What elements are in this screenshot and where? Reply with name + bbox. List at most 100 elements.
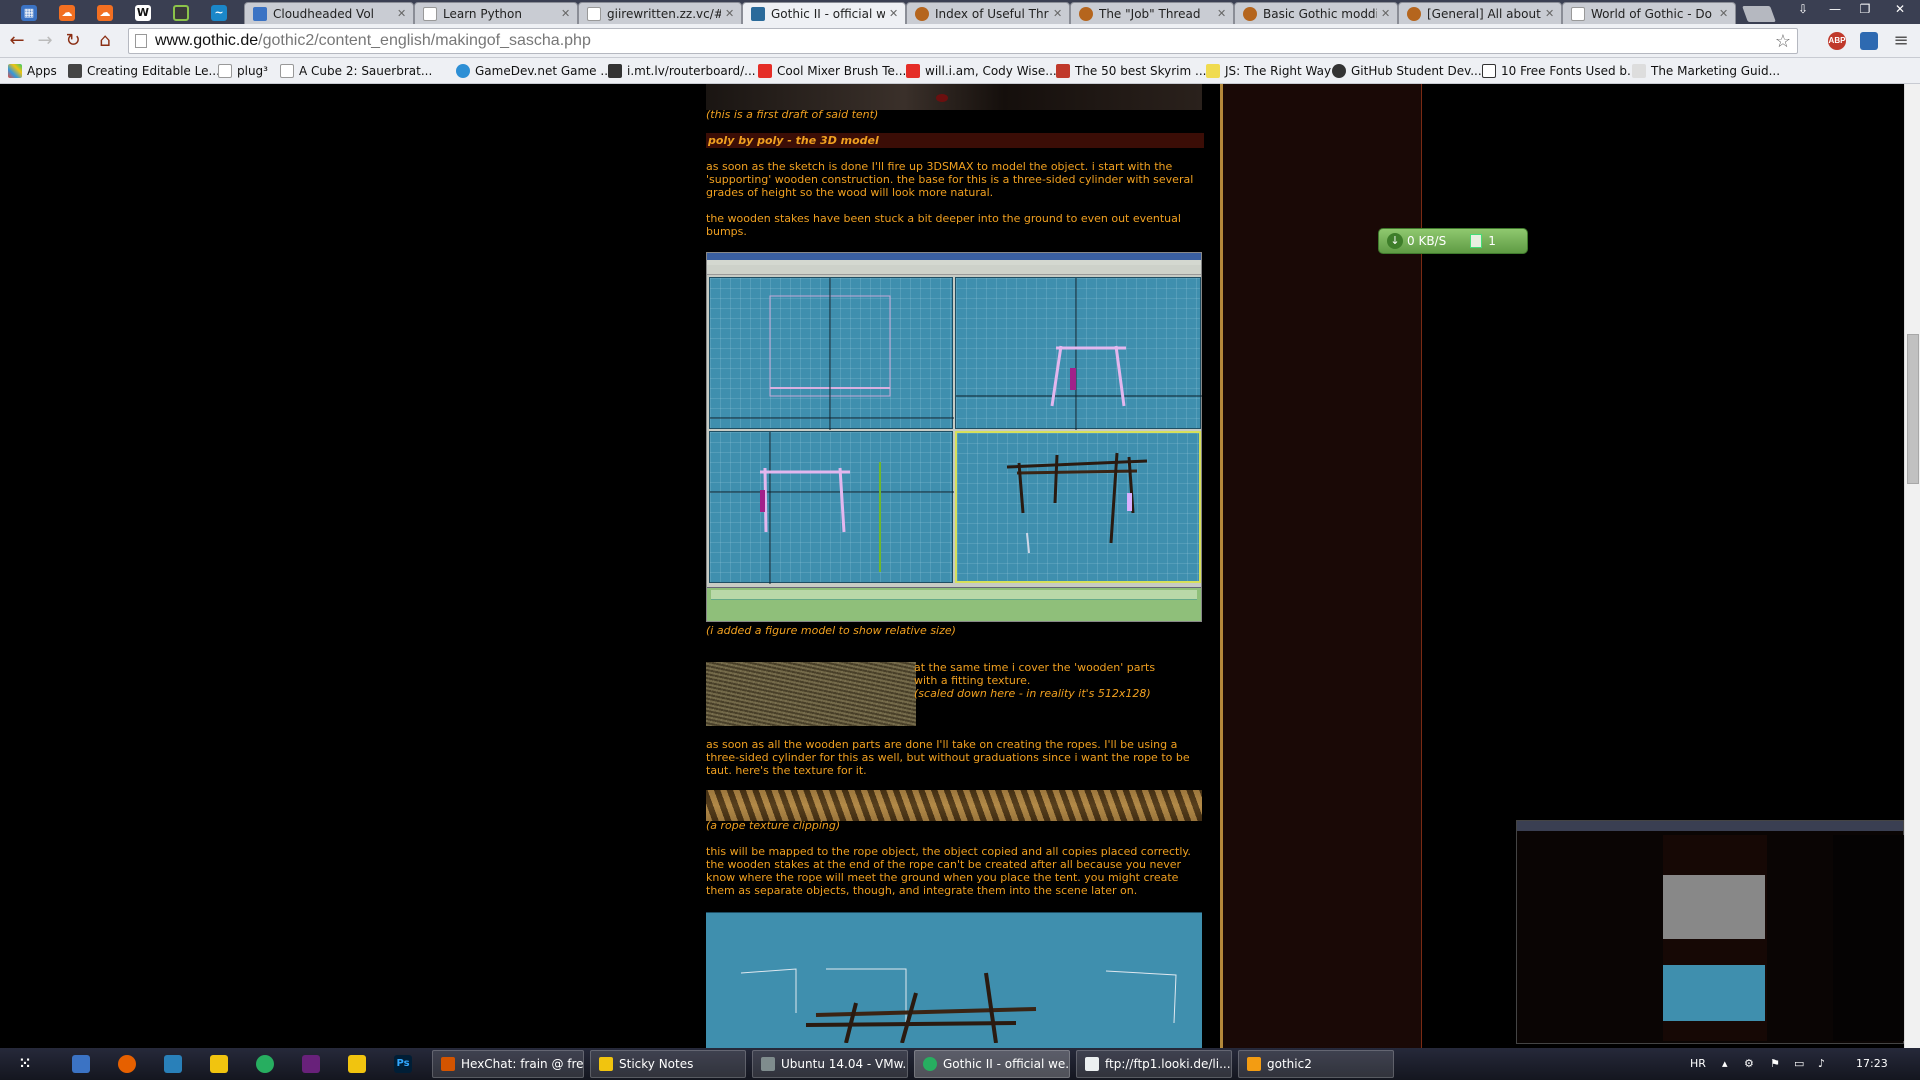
bookmark-6[interactable]: Cool Mixer Brush Te...	[758, 63, 906, 79]
minimize-button[interactable]: —	[1820, 0, 1850, 18]
paragraph-1: as soon as the sketch is done I'll fire …	[706, 160, 1194, 199]
task-label: Sticky Notes	[619, 1057, 694, 1071]
browser-toolbar: ← → ↻ ⌂ www.gothic.de/gothic2/content_en…	[0, 24, 1920, 58]
restore-button[interactable]: ❐	[1850, 0, 1880, 18]
bookmark-4[interactable]: GameDev.net Game ...	[456, 63, 612, 79]
bookmark-1[interactable]: Creating Editable Le...	[68, 63, 220, 79]
bookmark-star-icon[interactable]: ☆	[1775, 31, 1791, 52]
bookmark-8[interactable]: The 50 best Skyrim ...	[1056, 63, 1206, 79]
window-icon[interactable]	[164, 1055, 182, 1073]
task-ftp[interactable]: ftp://ftp1.looki.de/li...	[1076, 1050, 1232, 1078]
chrome-icon	[923, 1057, 937, 1071]
close-icon[interactable]: ✕	[561, 7, 571, 20]
bookmark-label: GameDev.net Game ...	[475, 64, 612, 78]
bookmark-label: GitHub Student Dev...	[1351, 64, 1482, 78]
green-app-icon[interactable]	[256, 1055, 274, 1073]
bookmark-7[interactable]: will.i.am, Cody Wise...	[906, 63, 1057, 79]
tray-flag-icon[interactable]: ⚑	[1770, 1048, 1780, 1080]
forward-button[interactable]: →	[34, 30, 56, 52]
close-icon[interactable]: ✕	[1545, 7, 1555, 20]
visual-studio-icon[interactable]	[302, 1055, 320, 1073]
bookmark-label: 10 Free Fonts Used b...	[1501, 64, 1639, 78]
new-tab-button[interactable]	[1742, 6, 1776, 22]
task-sticky-notes[interactable]: Sticky Notes	[590, 1050, 746, 1078]
tab-4[interactable]: Index of Useful Threa ✕	[906, 2, 1070, 24]
menu-icon[interactable]: ≡	[1890, 30, 1912, 52]
close-icon[interactable]: ✕	[1217, 7, 1227, 20]
volume-icon[interactable]: ♪	[1818, 1048, 1825, 1080]
explorer-icon[interactable]	[72, 1055, 90, 1073]
bookmark-3[interactable]: A Cube 2: Sauerbrat...	[280, 63, 432, 79]
scrollbar-thumb[interactable]	[1907, 334, 1919, 484]
pinned-tab-6[interactable]: ~	[204, 3, 234, 23]
bookmark-5[interactable]: i.mt.lv/routerboard/...	[608, 63, 756, 79]
pinned-tab-3[interactable]: ☁	[90, 3, 120, 23]
fonts-icon	[1482, 64, 1496, 78]
tab-0[interactable]: Cloudheaded Vol ✕	[244, 2, 414, 24]
preview-tabstrip	[1517, 821, 1903, 831]
bookmark-apps[interactable]: Apps	[8, 63, 57, 79]
task-label: Ubuntu 14.04 - VMw...	[781, 1057, 908, 1071]
bookmark-9[interactable]: JS: The Right Way	[1206, 63, 1331, 79]
pinned-tab-4[interactable]: W	[128, 3, 158, 23]
back-button[interactable]: ←	[6, 30, 28, 52]
preview-side	[1833, 835, 1904, 1041]
extension-chart-icon[interactable]	[1860, 32, 1878, 50]
task-gothic2-folder[interactable]: gothic2	[1238, 1050, 1394, 1078]
tab-1[interactable]: Learn Python ✕	[414, 2, 578, 24]
pen-icon[interactable]	[210, 1055, 228, 1073]
close-icon[interactable]: ✕	[1381, 7, 1391, 20]
language-indicator[interactable]: HR	[1690, 1048, 1706, 1080]
task-hexchat[interactable]: HexChat: frain @ fre...	[432, 1050, 584, 1078]
taskbar-preview-thumbnail[interactable]	[1516, 820, 1904, 1044]
soundcloud-icon: ☁	[97, 5, 113, 21]
page-icon	[218, 64, 232, 78]
download-arrow-icon: ↓	[1387, 233, 1403, 249]
tray-up-arrow-icon[interactable]: ▴	[1722, 1048, 1728, 1080]
adblock-icon[interactable]: ABP	[1828, 32, 1846, 50]
network-icon[interactable]: ▭	[1794, 1048, 1804, 1080]
pinned-tab-1[interactable]: ▦	[14, 3, 44, 23]
address-bar[interactable]: www.gothic.de/gothic2/content_english/ma…	[128, 28, 1798, 54]
user-icon[interactable]: ⇩	[1788, 0, 1818, 18]
close-icon[interactable]: ✕	[397, 7, 407, 20]
notes-icon[interactable]	[348, 1055, 366, 1073]
task-vmware[interactable]: Ubuntu 14.04 - VMw...	[752, 1050, 908, 1078]
paragraph-3: as soon as all the wooden parts are done…	[706, 738, 1190, 777]
download-speed-widget[interactable]: ↓ 0 KB/S 1	[1378, 228, 1528, 254]
max-titlebar	[707, 253, 1201, 260]
mikrotik-icon	[608, 64, 622, 78]
close-icon[interactable]: ✕	[889, 7, 899, 20]
pinned-tab-5[interactable]	[166, 3, 196, 23]
pinned-tab-2[interactable]: ☁	[52, 3, 82, 23]
tab-7[interactable]: [General] All about sc ✕	[1398, 2, 1562, 24]
bookmark-10[interactable]: GitHub Student Dev...	[1332, 63, 1482, 79]
task-chrome[interactable]: Gothic II - official we...	[914, 1050, 1070, 1078]
green-circle-icon	[173, 5, 189, 21]
page-scrollbar[interactable]	[1904, 84, 1920, 1048]
close-window-button[interactable]: ✕	[1882, 0, 1918, 18]
firefox-icon[interactable]	[118, 1055, 136, 1073]
photoshop-icon[interactable]: Ps	[394, 1055, 412, 1073]
article-column: (this is a first draft of said tent) pol…	[700, 84, 1204, 1048]
close-icon[interactable]: ✕	[1053, 7, 1063, 20]
tab-2[interactable]: giirewritten.zz.vc/# ✕	[578, 2, 742, 24]
apps-grid-icon[interactable]: ⁙	[16, 1055, 34, 1073]
section-heading: poly by poly - the 3D model	[706, 133, 1204, 148]
tab-3-active[interactable]: Gothic II - official we ✕	[742, 2, 906, 24]
bookmark-label: Cool Mixer Brush Te...	[777, 64, 907, 78]
tray-app-icon[interactable]: ⚙	[1744, 1048, 1754, 1080]
tab-5[interactable]: The "Job" Thread ✕	[1070, 2, 1234, 24]
reload-button[interactable]: ↻	[62, 30, 84, 52]
bookmark-2[interactable]: plug³	[218, 63, 268, 79]
home-button[interactable]: ⌂	[94, 30, 116, 52]
clock[interactable]: 17:23	[1856, 1048, 1888, 1080]
task-label: HexChat: frain @ fre...	[461, 1057, 584, 1071]
bookmark-11[interactable]: 10 Free Fonts Used b...	[1482, 63, 1638, 79]
bookmark-12[interactable]: The Marketing Guid...	[1632, 63, 1780, 79]
tab-6[interactable]: Basic Gothic moddin ✕	[1234, 2, 1398, 24]
tab-8[interactable]: World of Gothic - Do ✕	[1562, 2, 1736, 24]
tab-label: The "Job" Thread	[1099, 6, 1201, 21]
close-icon[interactable]: ✕	[1719, 7, 1729, 20]
close-icon[interactable]: ✕	[725, 7, 735, 20]
